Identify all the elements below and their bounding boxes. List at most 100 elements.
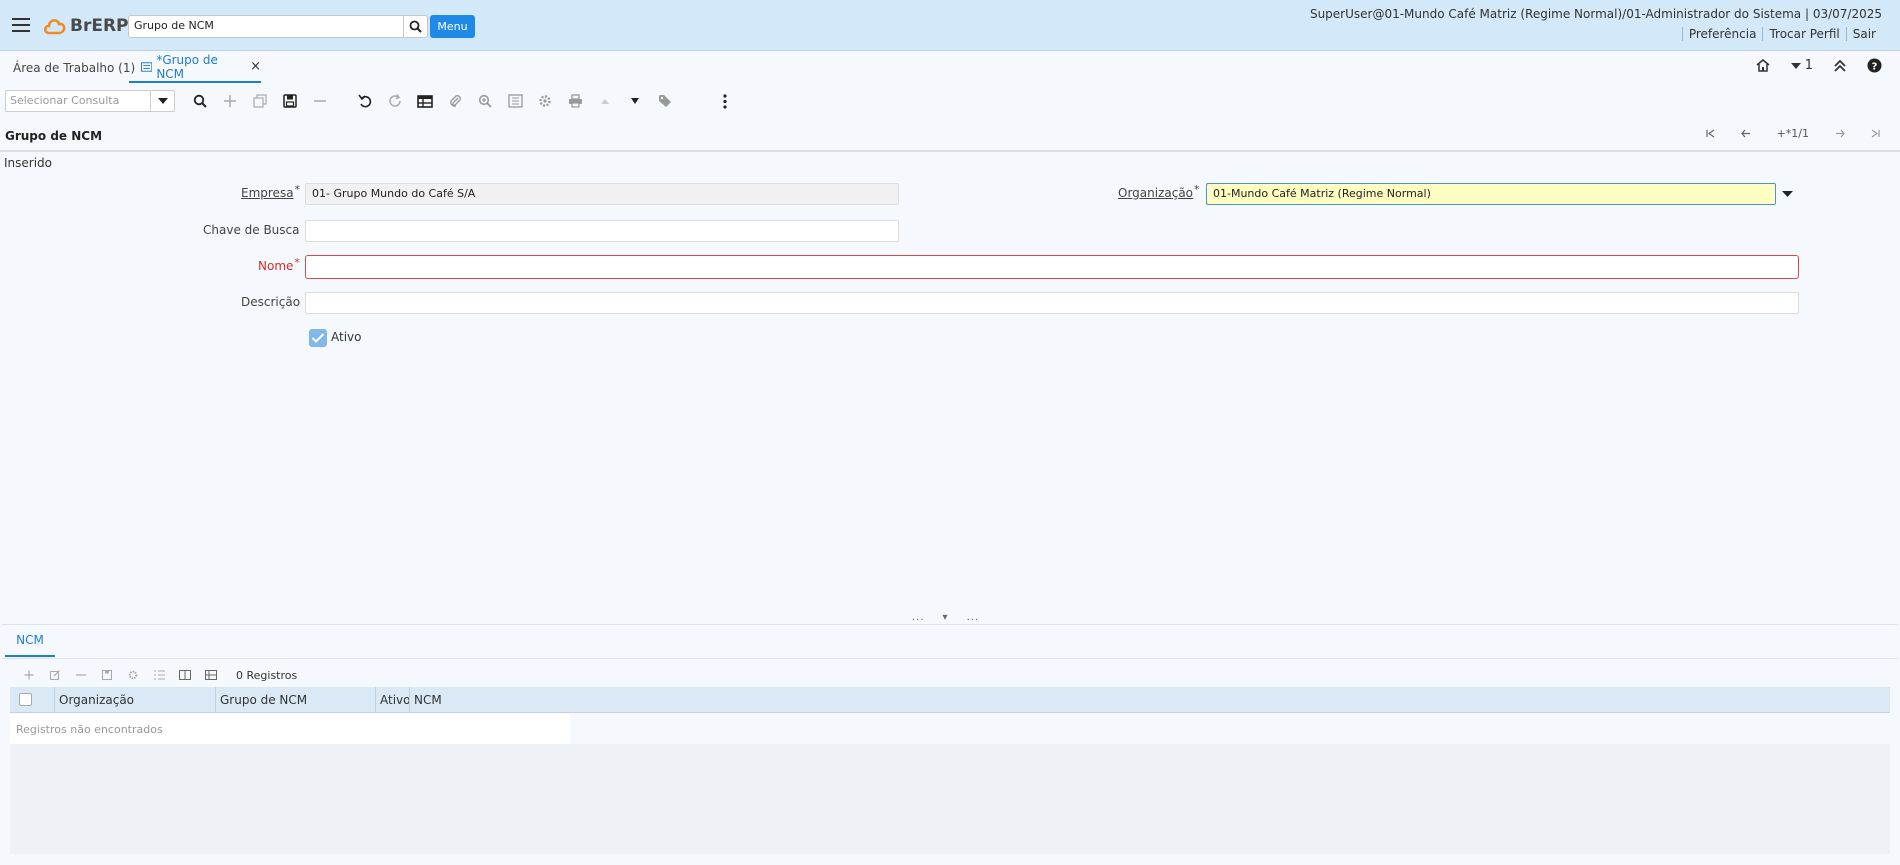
empresa-label: Empresa bbox=[241, 186, 300, 200]
collapse-up-icon[interactable] bbox=[1833, 59, 1847, 72]
chave-busca-field[interactable] bbox=[305, 220, 899, 242]
attachment-button[interactable] bbox=[446, 92, 464, 110]
splitter-toggle-icon[interactable]: ▾ bbox=[943, 612, 949, 623]
search-icon bbox=[193, 94, 207, 108]
first-record-icon[interactable] bbox=[1705, 129, 1715, 138]
logo-text: BrERP bbox=[70, 16, 129, 36]
checkmark-icon bbox=[311, 333, 325, 343]
more-icon bbox=[723, 93, 727, 109]
process-button[interactable] bbox=[536, 92, 554, 110]
header-links: Preferência Trocar Perfil Sair bbox=[1681, 27, 1882, 41]
toggle-grid-button[interactable] bbox=[416, 92, 434, 110]
print-button[interactable] bbox=[566, 92, 584, 110]
brerp-logo[interactable]: BrERP bbox=[42, 12, 129, 40]
change-role-link[interactable]: Trocar Perfil bbox=[1762, 27, 1845, 41]
tab-grupo-ncm[interactable]: *Grupo de NCM × bbox=[129, 52, 261, 83]
menu-toggle-icon[interactable] bbox=[10, 15, 32, 35]
menu-button[interactable]: Menu bbox=[430, 15, 475, 38]
detail-toolbar: 0 Registros bbox=[16, 667, 297, 683]
panel-splitter[interactable]: ... ▾ ... bbox=[912, 612, 979, 623]
splitter-dots-left: ... bbox=[912, 612, 925, 623]
empresa-field[interactable]: 01- Grupo Mundo do Café S/A bbox=[305, 183, 899, 205]
descricao-label: Descrição bbox=[241, 295, 301, 309]
new-icon bbox=[24, 670, 34, 680]
save-icon bbox=[102, 670, 112, 680]
caret-down-icon bbox=[1790, 62, 1801, 69]
grid-header: Organização Grupo de NCM Ativo NCM bbox=[10, 687, 1890, 713]
process-icon bbox=[128, 670, 138, 680]
tab-workspace[interactable]: Área de Trabalho (1) bbox=[13, 52, 135, 83]
title-divider bbox=[0, 150, 1900, 152]
previous-record-toolbar-button[interactable] bbox=[596, 92, 614, 110]
organizacao-dropdown-button[interactable] bbox=[1776, 183, 1798, 205]
report-button[interactable] bbox=[506, 92, 524, 110]
window-count[interactable]: 1 bbox=[1790, 58, 1813, 73]
help-icon[interactable]: ? bbox=[1867, 58, 1882, 73]
window-tabs: Área de Trabalho (1) *Grupo de NCM × bbox=[0, 52, 1900, 84]
detail-grid-button[interactable] bbox=[198, 667, 224, 683]
descricao-field[interactable] bbox=[305, 292, 1799, 314]
home-icon[interactable] bbox=[1755, 58, 1771, 73]
user-info[interactable]: SuperUser@01-Mundo Café Matriz (Regime N… bbox=[1310, 7, 1882, 21]
previous-record-icon[interactable] bbox=[1740, 129, 1751, 138]
search-icon bbox=[409, 20, 422, 33]
refresh-button[interactable] bbox=[386, 92, 404, 110]
tab-label: *Grupo de NCM bbox=[156, 52, 218, 81]
global-search-button[interactable] bbox=[403, 15, 428, 38]
save-button[interactable] bbox=[281, 92, 299, 110]
down-icon bbox=[631, 98, 639, 104]
attachment-icon bbox=[450, 95, 461, 107]
form-view-icon bbox=[179, 670, 191, 680]
next-record-icon[interactable] bbox=[1835, 129, 1845, 138]
select-all-checkbox[interactable] bbox=[19, 693, 32, 706]
logout-link[interactable]: Sair bbox=[1845, 27, 1882, 41]
tag-button[interactable] bbox=[656, 92, 674, 110]
detail-edit-button[interactable] bbox=[42, 667, 68, 683]
column-ncm[interactable]: NCM bbox=[409, 687, 609, 713]
close-tab-icon[interactable]: × bbox=[250, 59, 261, 74]
caret-down-icon bbox=[158, 97, 168, 104]
preferences-link[interactable]: Preferência bbox=[1681, 27, 1763, 41]
svg-text:?: ? bbox=[1872, 61, 1878, 72]
grid-empty-message: Registros não encontrados bbox=[10, 714, 570, 744]
delete-button[interactable] bbox=[311, 92, 329, 110]
tab-ncm[interactable]: NCM bbox=[5, 625, 55, 657]
organizacao-field[interactable]: 01-Mundo Café Matriz (Regime Normal) bbox=[1206, 183, 1776, 205]
more-options-button[interactable] bbox=[716, 92, 734, 110]
copy-record-button[interactable] bbox=[251, 92, 269, 110]
column-organizacao[interactable]: Organização bbox=[54, 687, 215, 713]
window-icon bbox=[141, 61, 153, 72]
detail-list-button[interactable] bbox=[146, 667, 172, 683]
column-ativo[interactable]: Ativo bbox=[375, 687, 410, 713]
record-position: +*1/1 bbox=[1776, 127, 1809, 140]
splitter-dots-right: ... bbox=[966, 612, 980, 623]
delete-icon bbox=[314, 100, 326, 102]
up-icon bbox=[601, 99, 609, 104]
detail-delete-button[interactable] bbox=[68, 667, 94, 683]
nome-field[interactable] bbox=[305, 255, 1799, 279]
next-record-toolbar-button[interactable] bbox=[626, 92, 644, 110]
new-icon bbox=[224, 95, 236, 107]
app-header: BrERP Grupo de NCM Menu SuperUser@01-Mun… bbox=[0, 0, 1900, 51]
ativo-checkbox[interactable] bbox=[309, 329, 327, 347]
find-button[interactable] bbox=[191, 92, 209, 110]
detail-divider bbox=[2, 658, 1898, 659]
detail-save-button[interactable] bbox=[94, 667, 120, 683]
column-grupo-ncm[interactable]: Grupo de NCM bbox=[215, 687, 375, 713]
last-record-icon[interactable] bbox=[1871, 129, 1880, 138]
window-actions: 1 ? bbox=[1755, 58, 1882, 73]
zoom-across-button[interactable] bbox=[476, 92, 494, 110]
detail-process-button[interactable] bbox=[120, 667, 146, 683]
grid-toggle-icon bbox=[417, 94, 433, 108]
global-search-input[interactable]: Grupo de NCM bbox=[128, 15, 404, 38]
query-dropdown-button[interactable] bbox=[150, 90, 175, 112]
undo-button[interactable] bbox=[356, 92, 374, 110]
detail-toggle-view-button[interactable] bbox=[172, 667, 198, 683]
delete-icon bbox=[76, 674, 86, 676]
new-record-button[interactable] bbox=[221, 92, 239, 110]
record-count: 0 Registros bbox=[236, 668, 298, 682]
detail-new-button[interactable] bbox=[16, 667, 42, 683]
grid-icon bbox=[205, 670, 217, 680]
refresh-icon bbox=[389, 94, 401, 107]
nome-label: Nome bbox=[258, 259, 300, 273]
